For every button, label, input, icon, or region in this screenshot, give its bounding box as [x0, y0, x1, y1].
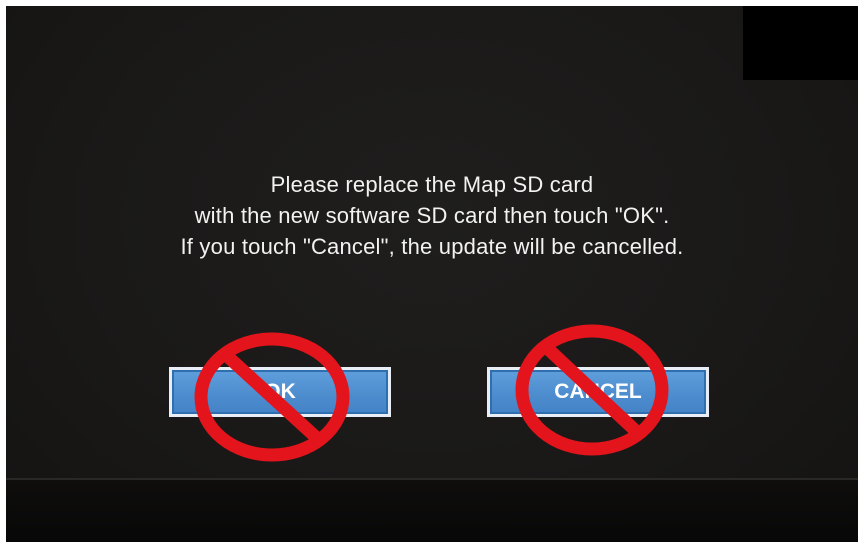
screen-bezel-bottom: [6, 478, 858, 542]
cancel-button-label: CANCEL: [554, 380, 642, 403]
message-line-3: If you touch "Cancel", the update will b…: [180, 234, 684, 259]
message-line-1: Please replace the Map SD card: [270, 172, 594, 197]
dialog-message: Please replace the Map SD card with the …: [6, 169, 858, 262]
ok-button-label: OK: [264, 380, 296, 403]
ok-button[interactable]: OK: [169, 367, 391, 417]
redacted-corner: [743, 6, 858, 80]
cancel-button[interactable]: CANCEL: [487, 367, 709, 417]
photo-frame: Please replace the Map SD card with the …: [0, 0, 864, 546]
message-line-2: with the new software SD card then touch…: [194, 203, 670, 228]
device-screen: Please replace the Map SD card with the …: [6, 6, 858, 542]
